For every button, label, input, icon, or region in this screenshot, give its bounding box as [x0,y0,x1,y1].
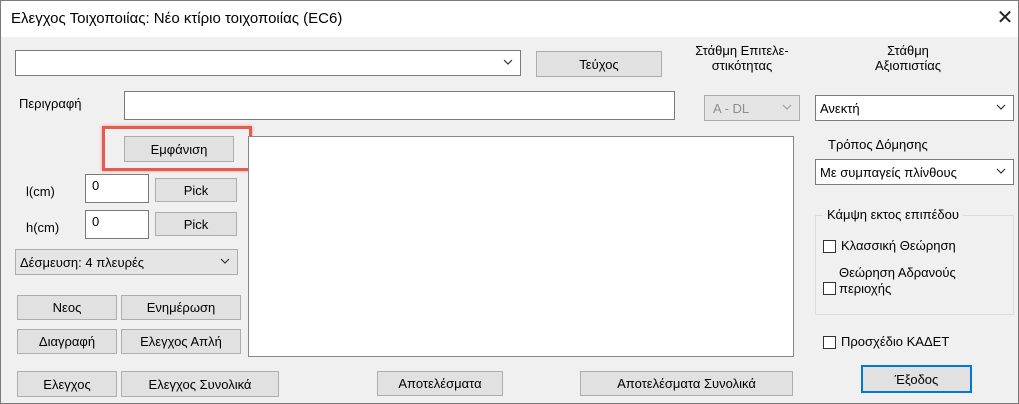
construction-method-select[interactable]: Με συμπαγείς πλίνθους [815,159,1014,185]
check-total-button[interactable]: Ελεγχος Συνολικά [121,371,279,397]
results-list[interactable] [248,136,794,357]
inert-label-line2: περιοχής [839,281,892,296]
chevron-down-icon [782,104,792,110]
performance-level-select: A - DL [704,95,800,121]
reliability-level-select[interactable]: Ανεκτή [815,95,1014,121]
inert-checkbox[interactable] [823,282,836,295]
dialog-window: Ελεγχος Τοιχοποιίας: Νέο κτίριο τοιχοποι… [0,0,1019,404]
l-input[interactable]: 0 [85,174,149,203]
highlight-box [102,126,252,171]
new-button[interactable]: Νεος [17,295,117,320]
constraint-value: Δέσμευση: 4 πλευρές [20,255,145,270]
kadet-label: Προσχέδιο ΚΑΔΕΤ [841,334,950,349]
chevron-down-icon [503,59,513,65]
pick-l-button[interactable]: Pick [155,178,237,202]
delete-button[interactable]: Διαγραφή [17,329,117,354]
performance-level-heading: Στάθμη Επιτελε- στικότητας [679,43,805,73]
performance-level-value: A - DL [713,101,750,116]
reliability-level-heading-line2: Αξιοπιστίας [874,58,942,73]
pick-h-button[interactable]: Pick [155,212,237,236]
performance-level-heading-line2: στικότητας [711,58,773,73]
bending-group-label: Κάμψη εκτος επιπέδου [823,207,963,222]
construction-method-value: Με συμπαγείς πλίνθους [820,165,957,180]
constraint-select[interactable]: Δέσμευση: 4 πλευρές [15,249,238,275]
l-label: l(cm) [26,184,55,199]
check-simple-button[interactable]: Ελεγχος Απλή [121,329,241,354]
close-icon[interactable]: ✕ [994,7,1016,29]
results-button[interactable]: Αποτελέσματα [377,371,503,396]
chevron-down-icon [996,168,1006,174]
window-title: Ελεγχος Τοιχοποιίας: Νέο κτίριο τοιχοποι… [11,10,343,27]
chevron-down-icon [996,104,1006,110]
inert-label-line1: Θεώρηση Αδρανούς [839,265,956,280]
inert-label: Θεώρηση Αδρανούς περιοχής [839,265,956,297]
h-input[interactable]: 0 [85,210,149,239]
classic-checkbox[interactable] [823,240,836,253]
classic-label: Κλασσική Θεώρηση [841,238,956,253]
reliability-level-heading-line1: Στάθμη [887,43,929,58]
description-input[interactable] [124,91,675,120]
kadet-checkbox[interactable] [823,336,836,349]
project-select[interactable] [15,50,521,76]
construction-method-label: Τρόπος Δόμησης [828,137,928,152]
chevron-down-icon [220,258,230,264]
reliability-level-heading: Στάθμη Αξιοπιστίας [847,43,969,73]
description-label: Περιγραφή [19,96,82,111]
exit-button[interactable]: Έξοδος [861,365,972,393]
performance-level-heading-line1: Στάθμη Επιτελε- [695,43,789,58]
title-bar: Ελεγχος Τοιχοποιίας: Νέο κτίριο τοιχοποι… [1,1,1018,37]
teuxos-button[interactable]: Τεύχος [536,51,662,77]
check-button[interactable]: Ελεγχος [17,371,117,397]
update-button[interactable]: Ενημέρωση [121,295,241,320]
h-label: h(cm) [26,220,60,235]
results-total-button[interactable]: Αποτελέσματα Συνολικά [580,371,793,396]
reliability-level-value: Ανεκτή [820,101,860,116]
